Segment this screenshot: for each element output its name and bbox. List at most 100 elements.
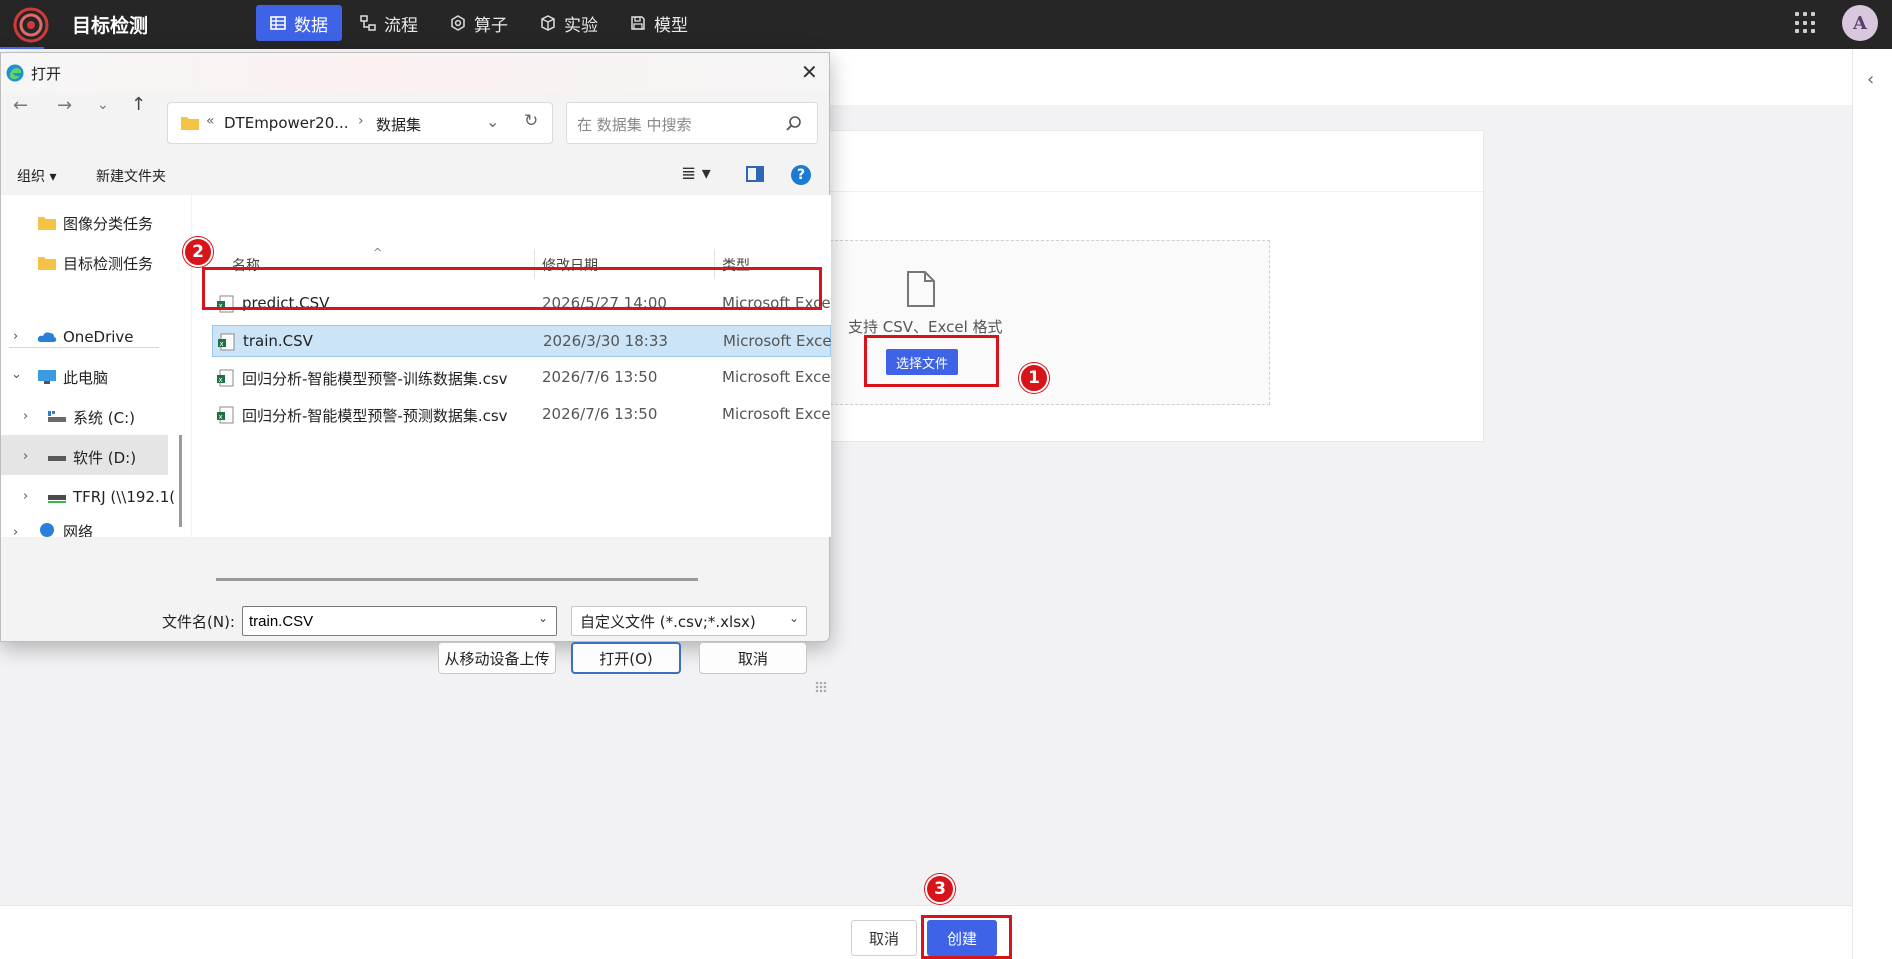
- right-rail: ‹: [1852, 49, 1892, 959]
- tree-item-label: 图像分类任务: [63, 214, 154, 233]
- expand-chevron-icon[interactable]: ›: [23, 489, 28, 504]
- save-icon: [631, 16, 645, 30]
- tree-item-label: 系统 (C:): [73, 408, 135, 427]
- filetype-select[interactable]: 自定义文件 (*.csv;*.xlsx): [571, 606, 807, 636]
- file-date: 2026/3/30 18:33: [543, 332, 668, 350]
- open-file-dialog: 打开 ✕ ← → ⌄ ↑ « DTEmpower20... › 数据集 ⌄ ↻ …: [0, 52, 832, 693]
- file-name: 回归分析-智能模型预警-训练数据集.csv: [242, 370, 508, 388]
- search-placeholder: 在 数据集 中搜索: [577, 116, 692, 134]
- choose-file-button[interactable]: 选择文件: [886, 349, 958, 375]
- svg-text:x: x: [220, 340, 224, 348]
- nav-pane-scrollbar[interactable]: [179, 435, 182, 527]
- footer-create-button[interactable]: 创建: [927, 920, 997, 956]
- tree-item-object-detection[interactable]: 目标检测任务: [37, 251, 153, 275]
- help-icon[interactable]: ?: [791, 165, 811, 185]
- chevron-down-icon[interactable]: ⌄: [789, 611, 799, 625]
- tree-item-image-classification[interactable]: 图像分类任务: [37, 211, 153, 235]
- view-options-icon[interactable]: ≣ ▾: [681, 163, 711, 184]
- tree-item-label: OneDrive: [63, 328, 134, 346]
- dialog-toolbar: 组织 ▾ 新建文件夹 ≣ ▾ ?: [1, 157, 829, 193]
- address-overflow[interactable]: «: [206, 113, 215, 129]
- organize-menu[interactable]: 组织 ▾: [17, 166, 56, 186]
- column-header-date[interactable]: 修改日期: [542, 255, 598, 275]
- app-title: 目标检测: [72, 15, 149, 37]
- close-icon[interactable]: ✕: [801, 60, 818, 84]
- preview-pane-icon[interactable]: [746, 166, 764, 182]
- file-row[interactable]: x 回归分析-智能模型预警-训练数据集.csv 2026/7/6 13:50 M…: [192, 362, 831, 394]
- tree-item-label: 此电脑: [63, 368, 109, 387]
- tree-item-this-pc[interactable]: 此电脑: [37, 365, 108, 389]
- file-name: train.CSV: [243, 332, 313, 350]
- address-current-folder[interactable]: 数据集: [376, 114, 421, 135]
- tree-item-network[interactable]: 网络: [37, 521, 93, 537]
- forward-arrow-icon[interactable]: →: [57, 95, 72, 116]
- column-header-type[interactable]: 类型: [722, 255, 750, 275]
- column-separator[interactable]: [714, 249, 715, 279]
- cube-icon: [541, 15, 555, 31]
- address-parent-folder[interactable]: DTEmpower20...: [224, 114, 349, 132]
- address-dropdown-icon[interactable]: ⌄: [486, 112, 499, 131]
- resize-grip-icon[interactable]: [815, 681, 827, 693]
- file-row[interactable]: x 回归分析-智能模型预警-预测数据集.csv 2026/7/6 13:50 M…: [192, 399, 831, 431]
- file-type: Microsoft Exce: [722, 294, 831, 312]
- tree-item-onedrive[interactable]: OneDrive: [37, 325, 134, 349]
- network-drive-icon: [48, 495, 66, 503]
- svg-text:x: x: [219, 302, 223, 310]
- tree-item-label: TFRJ (\\192.1(: [73, 488, 176, 506]
- nav-item-model[interactable]: 模型: [616, 5, 702, 41]
- apps-grid-icon[interactable]: [1795, 12, 1817, 34]
- dialog-cancel-button[interactable]: 取消: [699, 642, 807, 674]
- dialog-title: 打开: [31, 65, 62, 83]
- file-type: Microsoft Exce: [722, 368, 831, 386]
- address-separator-icon: ›: [358, 113, 364, 129]
- recent-chevron-icon[interactable]: ⌄: [97, 97, 109, 113]
- new-folder-button[interactable]: 新建文件夹: [96, 166, 166, 186]
- tree-item-drive-c[interactable]: 系统 (C:): [47, 405, 135, 429]
- search-input[interactable]: 在 数据集 中搜索: [566, 102, 818, 144]
- expand-chevron-icon[interactable]: ›: [13, 329, 18, 344]
- drive-icon: [48, 411, 66, 422]
- collapse-chevron-icon[interactable]: ⌄: [11, 367, 22, 382]
- nav-item-experiment[interactable]: 实验: [526, 5, 612, 41]
- tree-item-network-drive[interactable]: TFRJ (\\192.1(: [47, 485, 175, 509]
- drive-icon: [48, 456, 66, 461]
- file-row-selected[interactable]: x train.CSV 2026/3/30 18:33 Microsoft Ex…: [212, 325, 832, 357]
- file-row[interactable]: x predict.CSV 2026/5/27 14:00 Microsoft …: [192, 288, 831, 320]
- expand-chevron-icon[interactable]: ›: [13, 525, 18, 540]
- file-date: 2026/7/6 13:50: [542, 405, 658, 423]
- edge-browser-icon: [6, 64, 24, 82]
- nav-label: 实验: [564, 15, 598, 36]
- nav-item-operator[interactable]: 算子: [436, 5, 522, 41]
- open-button[interactable]: 打开(O): [571, 642, 681, 674]
- dialog-titlebar[interactable]: 打开 ✕: [1, 53, 829, 93]
- footer-cancel-button[interactable]: 取消: [851, 920, 917, 956]
- chevron-down-icon[interactable]: ⌄: [538, 611, 548, 625]
- nav-item-flow[interactable]: 流程: [346, 5, 432, 41]
- column-header-name[interactable]: 名称: [232, 255, 260, 275]
- tree-item-label: 网络: [63, 523, 94, 537]
- step-badge-3: 3: [925, 874, 955, 904]
- address-bar[interactable]: « DTEmpower20... › 数据集 ⌄ ↻: [167, 102, 553, 144]
- file-type: Microsoft Exce: [723, 332, 832, 350]
- file-list-hscrollbar[interactable]: [216, 578, 698, 581]
- step-badge-1: 1: [1019, 363, 1049, 393]
- cloud-icon: [37, 332, 57, 342]
- excel-csv-icon: x: [218, 333, 235, 351]
- network-icon: [40, 523, 54, 537]
- tree-item-drive-d[interactable]: 软件 (D:): [47, 445, 136, 469]
- column-separator[interactable]: [534, 249, 535, 279]
- back-arrow-icon[interactable]: ←: [13, 95, 28, 116]
- filename-input[interactable]: [242, 606, 557, 636]
- refresh-icon[interactable]: ↻: [524, 111, 538, 131]
- upload-from-mobile-button[interactable]: 从移动设备上传: [438, 642, 556, 674]
- expand-chevron-icon[interactable]: ›: [23, 409, 28, 424]
- up-arrow-icon[interactable]: ↑: [131, 94, 146, 115]
- main-nav: 数据 流程 算子 实验 模型: [256, 5, 706, 41]
- nav-item-data[interactable]: 数据: [256, 5, 342, 41]
- avatar[interactable]: A: [1842, 5, 1878, 41]
- file-type: Microsoft Exce: [722, 405, 831, 423]
- expand-chevron-icon[interactable]: ›: [23, 449, 28, 464]
- footer-bar: [0, 905, 1852, 959]
- table-icon: [270, 16, 286, 30]
- collapse-chevron-icon[interactable]: ‹: [1867, 69, 1874, 90]
